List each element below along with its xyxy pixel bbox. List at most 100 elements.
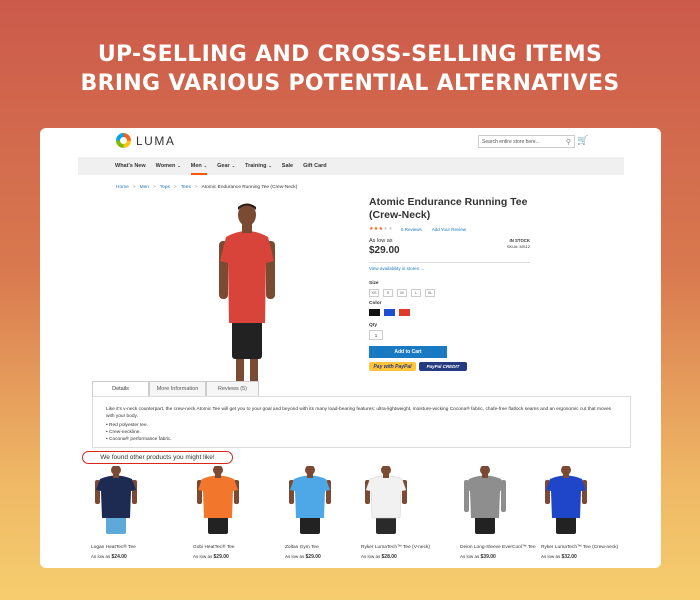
tab-reviews[interactable]: Reviews (5) (206, 381, 259, 396)
product-rating: ★★★★★ 5 Reviews Add Your Review (369, 226, 534, 232)
related-product-image[interactable] (541, 465, 591, 536)
nav-item-men[interactable]: Men ⌄ (190, 157, 208, 175)
search-input[interactable]: Search entire store here... ⚲ (478, 135, 575, 148)
price-block: As low as $29.00 IN STOCK SKU#: MS12 (369, 238, 534, 258)
related-product-price-row: As low as $32.00 (541, 554, 618, 560)
star-icon: ★ (388, 226, 393, 232)
product-info: Atomic Endurance Running Tee (Crew-Neck)… (369, 196, 534, 371)
color-label: Color (369, 301, 382, 306)
as-low-as-label: As low as (285, 554, 305, 559)
product-main-image[interactable] (202, 201, 292, 381)
store-header: LUMA Search entire store here... ⚲ 🛒 (40, 128, 661, 154)
as-low-as-label: As low as (193, 554, 213, 559)
nav-item-women[interactable]: Women ⌄ (156, 157, 181, 175)
size-option-xs[interactable]: XS (369, 289, 379, 297)
size-option-s[interactable]: S (383, 289, 393, 297)
related-product-card[interactable]: Zoltan Gym Tee As low as $29.00 (285, 465, 335, 560)
related-product-image[interactable] (91, 465, 141, 536)
as-low-as-label: As low as (361, 554, 381, 559)
related-product-name[interactable]: Gobi HeatTec® Tee (193, 545, 243, 550)
chevron-down-icon: ⌄ (203, 163, 208, 168)
add-review-link[interactable]: Add Your Review (432, 227, 466, 232)
breadcrumb-separator-icon: > (173, 185, 177, 190)
add-to-cart-button[interactable]: Add to Cart (369, 346, 447, 358)
cart-icon[interactable]: 🛒 (577, 135, 588, 146)
nav-item-gift-card[interactable]: Gift Card (303, 157, 327, 175)
breadcrumb-link[interactable]: Home (116, 185, 129, 190)
color-swatch[interactable] (369, 309, 380, 316)
nav-item-label: Training (245, 163, 267, 169)
chevron-down-icon: ⌄ (177, 163, 181, 168)
related-product-image[interactable] (285, 465, 335, 536)
availability-link[interactable]: View availability in stores ... (369, 266, 534, 271)
related-product-price: $28.00 (381, 554, 397, 560)
main-navigation: What's New Women ⌄ Men ⌄ Gear ⌄ Training ⌄ Sale Gi… (78, 157, 624, 175)
product-sku: SKU#: MS12 (506, 244, 530, 249)
qty-label: Qty (369, 323, 377, 328)
store-screenshot-card: LUMA Search entire store here... ⚲ 🛒 Wha… (40, 128, 661, 568)
nav-item-what-s-new[interactable]: What's New (115, 157, 146, 175)
breadcrumb-link[interactable]: Men (140, 185, 149, 190)
color-swatch[interactable] (399, 309, 410, 316)
reviews-link[interactable]: 5 Reviews (401, 227, 422, 232)
related-product-card[interactable]: Gobi HeatTec® Tee As low as $29.00 (193, 465, 243, 560)
headline-line-1: UP-SELLING AND CROSS-SELLING ITEMS (97, 42, 603, 67)
related-products: Logan HeatTec® Tee As low as $24.00 Gobi H… (40, 465, 661, 566)
size-option-m[interactable]: M (397, 289, 407, 297)
related-product-card[interactable]: Ryker LumaTech™ Tee (Crew-neck) As low as… (541, 465, 618, 560)
related-product-image[interactable] (361, 465, 411, 536)
as-low-as-label: As low as (541, 554, 561, 559)
nav-item-training[interactable]: Training ⌄ (245, 157, 272, 175)
breadcrumb-current: Atomic Endurance Running Tee (Crew-Neck) (201, 185, 298, 190)
as-low-as-label: As low as (91, 554, 111, 559)
tab-details[interactable]: Details (92, 381, 149, 396)
related-product-card[interactable]: Logan HeatTec® Tee As low as $24.00 (91, 465, 141, 560)
headline-line-2: BRING VARIOUS POTENTIAL ALTERNATIVES (80, 71, 620, 96)
size-option-xl[interactable]: XL (425, 289, 435, 297)
related-product-card[interactable]: Ryker LumaTech™ Tee (V-neck) As low as $2… (361, 465, 430, 560)
related-product-name[interactable]: Logan HeatTec® Tee (91, 545, 141, 550)
paypal-credit-button[interactable]: PayPal CREDIT (419, 362, 467, 371)
related-product-card[interactable]: Deion Long-Sleeve EverCool™ Tee As low as… (460, 465, 536, 560)
promo-headline: UP-SELLING AND CROSS-SELLING ITEMS BRING… (0, 40, 700, 98)
nav-item-label: Gear (217, 163, 230, 169)
details-description: Like it's v-neck counterpart, the crew-n… (106, 407, 612, 419)
logo-text: LUMA (136, 133, 176, 148)
nav-item-label: Gift Card (303, 163, 327, 169)
store-logo[interactable]: LUMA (116, 133, 175, 148)
tab-more-information[interactable]: More Information (149, 381, 206, 396)
details-bullet: Cocona® performance fabric. (106, 436, 617, 443)
product-title: Atomic Endurance Running Tee (Crew-Neck) (369, 196, 528, 221)
search-placeholder: Search entire store here... (482, 138, 540, 145)
nav-item-gear[interactable]: Gear ⌄ (217, 157, 235, 175)
search-icon[interactable]: ⚲ (566, 138, 571, 146)
related-product-name[interactable]: Zoltan Gym Tee (285, 545, 335, 550)
breadcrumb: Home > Men > Tops > Tees > Atomic Endurance Runn… (116, 185, 297, 190)
paypal-checkout-button[interactable]: Pay with PayPal (369, 362, 416, 371)
breadcrumb-link[interactable]: Tops (160, 185, 170, 190)
qty-input[interactable]: 1 (369, 330, 383, 340)
breadcrumb-link[interactable]: Tees (181, 185, 191, 190)
rating-stars: ★★★★★ (369, 226, 393, 232)
size-option-l[interactable]: L (411, 289, 421, 297)
as-low-as-label: As low as (460, 554, 480, 559)
related-product-price-row: As low as $24.00 (91, 554, 141, 560)
nav-item-label: Sale (281, 163, 294, 169)
related-product-name[interactable]: Ryker LumaTech™ Tee (V-neck) (361, 545, 430, 550)
color-swatch[interactable] (384, 309, 395, 316)
details-panel: Like it's v-neck counterpart, the crew-n… (92, 396, 631, 448)
nav-item-sale[interactable]: Sale (282, 157, 293, 175)
nav-item-label: Women (155, 163, 176, 169)
product-tabs: Details More Information Reviews (5) (92, 381, 259, 396)
details-bullet: Crew-neckline. (106, 429, 617, 436)
luma-logo-icon (116, 133, 131, 148)
related-product-name[interactable]: Deion Long-Sleeve EverCool™ Tee (460, 545, 536, 550)
chevron-down-icon: ⌄ (268, 163, 272, 168)
related-product-name[interactable]: Ryker LumaTech™ Tee (Crew-neck) (541, 545, 618, 550)
breadcrumb-separator-icon: > (194, 185, 198, 190)
details-bullet: Red polyester tee. (106, 422, 617, 429)
related-product-image[interactable] (460, 465, 510, 536)
related-product-image[interactable] (193, 465, 243, 536)
related-product-price: $32.00 (561, 554, 577, 560)
divider (369, 262, 530, 263)
